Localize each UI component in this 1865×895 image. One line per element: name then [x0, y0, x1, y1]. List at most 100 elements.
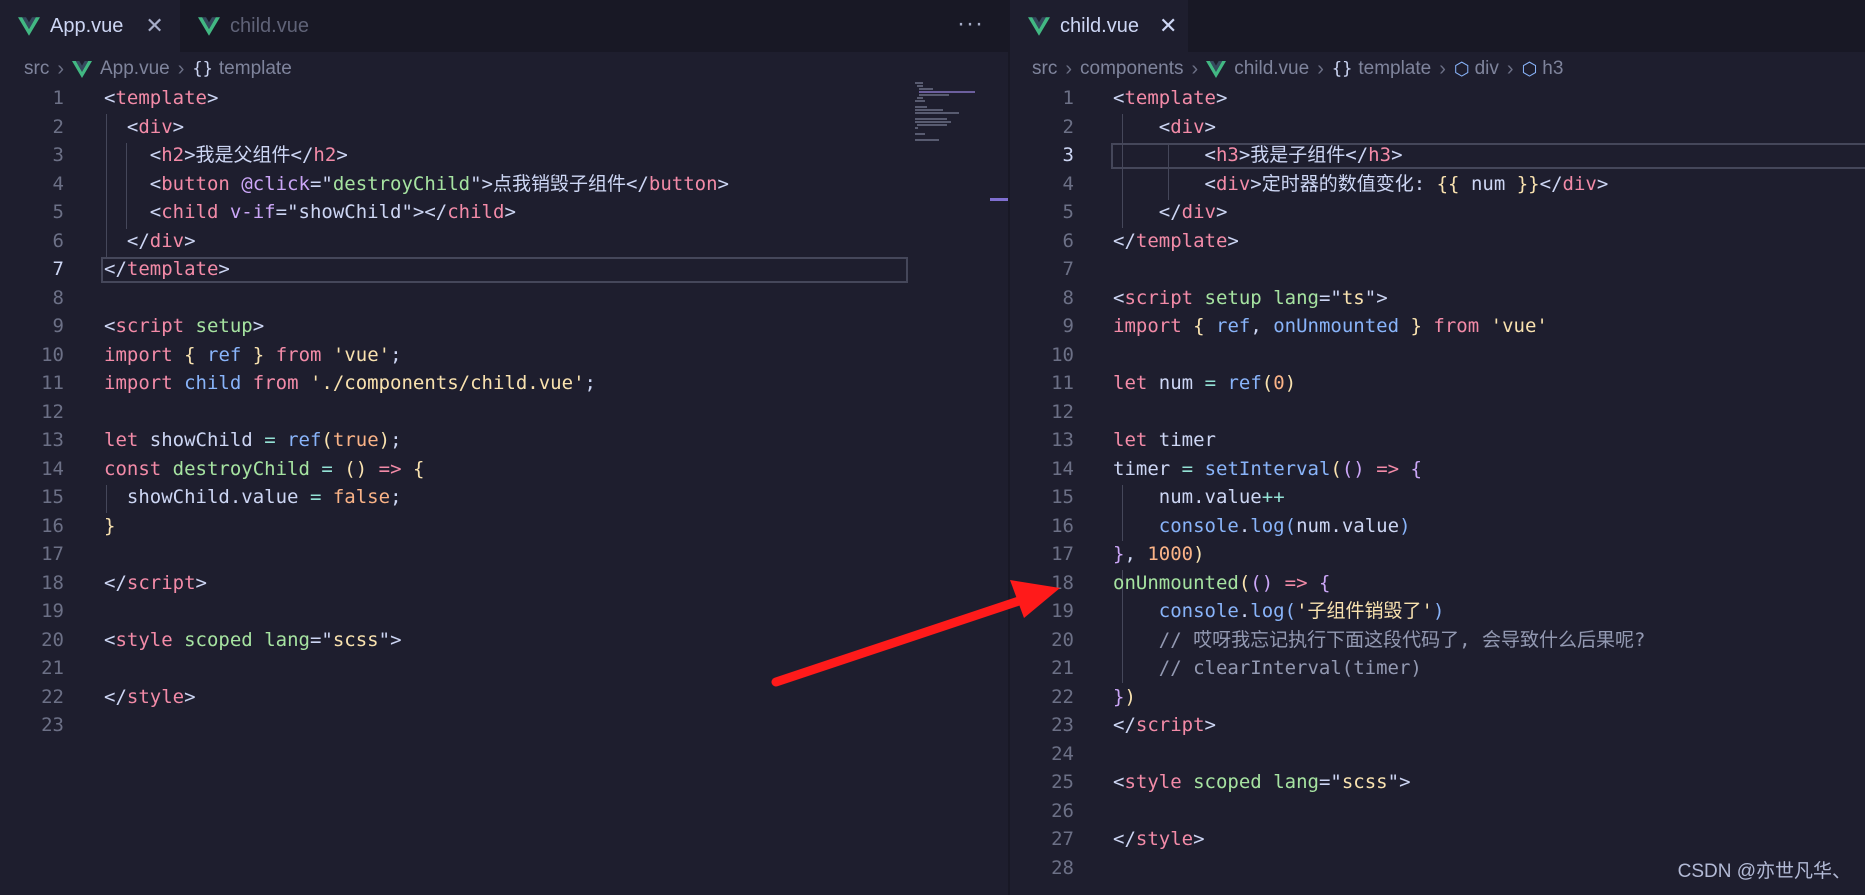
code-line[interactable]: 12: [0, 398, 1008, 427]
code-text: <div>: [104, 113, 184, 142]
code-line[interactable]: 17}, 1000): [1010, 540, 1865, 569]
close-icon[interactable]: ✕: [145, 13, 163, 39]
code-token: showChild: [298, 201, 402, 223]
breadcrumb-file[interactable]: child.vue: [1234, 58, 1309, 80]
code-text: let num = ref(0): [1113, 369, 1296, 398]
code-text: </style>: [104, 683, 196, 712]
code-line[interactable]: 1 <template>: [1010, 84, 1865, 113]
code-text: <style scoped lang="scss">: [1113, 768, 1411, 797]
tab-child-vue[interactable]: child.vue ✕: [1010, 0, 1188, 52]
more-actions-icon[interactable]: ···: [957, 10, 984, 38]
breadcrumb-src[interactable]: src: [24, 58, 49, 80]
code-line[interactable]: 11 import child from './components/child.…: [0, 369, 1008, 398]
code-line[interactable]: 3 <h3>我是子组件</h3>: [1010, 141, 1865, 170]
code-token: >: [717, 172, 729, 195]
code-line[interactable]: 6 </template>: [1010, 227, 1865, 256]
code-line[interactable]: 15 showChild.value = false;: [0, 483, 1008, 512]
code-token: import: [104, 343, 173, 366]
code-text: <script setup>: [104, 312, 264, 341]
minimap[interactable]: [915, 82, 977, 142]
code-line[interactable]: 23: [0, 711, 1008, 740]
close-icon[interactable]: ✕: [1159, 13, 1177, 39]
code-line[interactable]: 9 <script setup>: [0, 312, 1008, 341]
breadcrumb: src › components › child.vue › {} templa…: [1010, 52, 1865, 86]
code-line[interactable]: 18 onUnmounted(() => {: [1010, 569, 1865, 598]
line-number: 21: [41, 657, 64, 679]
scrollbar-marker[interactable]: [990, 198, 1008, 201]
code-line[interactable]: 23 </script>: [1010, 711, 1865, 740]
code-line[interactable]: 9 import { ref, onUnmounted } from 'vue': [1010, 312, 1865, 341]
code-line[interactable]: 16}: [0, 512, 1008, 541]
code-line[interactable]: 25 <style scoped lang="scss">: [1010, 768, 1865, 797]
code-line[interactable]: 27 </style>: [1010, 825, 1865, 854]
code-line[interactable]: 14 timer = setInterval(() => {: [1010, 455, 1865, 484]
code-line[interactable]: 21 // clearInterval(timer): [1010, 654, 1865, 683]
code-line[interactable]: 2 <div>: [1010, 113, 1865, 142]
code-line[interactable]: 13 let timer: [1010, 426, 1865, 455]
breadcrumb-node[interactable]: h3: [1542, 58, 1563, 80]
code-line[interactable]: 24: [1010, 740, 1865, 769]
code-token: style: [1135, 828, 1194, 850]
tab-app-vue[interactable]: App.vue ✕: [0, 0, 180, 52]
code-line[interactable]: 4 <button @click="destroyChild">点我销毁子组件<…: [0, 170, 1008, 199]
code-line[interactable]: 13 let showChild = ref(true);: [0, 426, 1008, 455]
code-line[interactable]: 22}): [1010, 683, 1865, 712]
code-line[interactable]: 7 </template>: [0, 255, 1008, 284]
line-number: 19: [41, 600, 64, 622]
code-token: from: [1433, 315, 1480, 337]
code-line[interactable]: 7: [1010, 255, 1865, 284]
code-line[interactable]: 26: [1010, 797, 1865, 826]
code-token: ref: [287, 429, 322, 451]
code-line[interactable]: 15 num.value++: [1010, 483, 1865, 512]
code-line[interactable]: 11 let num = ref(0): [1010, 369, 1865, 398]
code-text: </script>: [104, 569, 207, 598]
code-line[interactable]: 6 </div>: [0, 227, 1008, 256]
code-line[interactable]: 4 <div>定时器的数值变化: {{ num }}</div>: [1010, 170, 1865, 199]
code-line[interactable]: 16 console.log(num.value): [1010, 512, 1865, 541]
line-number: 22: [41, 685, 64, 708]
code-token: ">: [378, 628, 402, 651]
code-line[interactable]: 1 <template>: [0, 84, 1008, 113]
breadcrumb-node[interactable]: template: [219, 58, 292, 80]
code-line[interactable]: 5 </div>: [1010, 198, 1865, 227]
code-token: log: [1250, 514, 1285, 537]
code-line[interactable]: 3 <h2>我是父组件</h2>: [0, 141, 1008, 170]
code-line[interactable]: 21: [0, 654, 1008, 683]
breadcrumb-node[interactable]: div: [1475, 58, 1499, 80]
code-line[interactable]: 22 </style>: [0, 683, 1008, 712]
code-token: >: [1193, 828, 1205, 850]
code-text: </script>: [1113, 711, 1216, 740]
code-line[interactable]: 10: [1010, 341, 1865, 370]
code-line[interactable]: 20 // 哎呀我忘记执行下面这段代码了, 会导致什么后果呢?: [1010, 626, 1865, 655]
code-line[interactable]: 14 const destroyChild = () => {: [0, 455, 1008, 484]
line-number: 27: [1051, 828, 1074, 850]
breadcrumb-node[interactable]: template: [1358, 58, 1431, 80]
code-line[interactable]: 12: [1010, 398, 1865, 427]
line-number: 20: [1051, 628, 1074, 651]
tab-child-vue[interactable]: child.vue: [180, 0, 330, 52]
breadcrumb-folder[interactable]: components: [1080, 58, 1184, 80]
code-token: value: [1204, 486, 1262, 508]
code-line[interactable]: 17: [0, 540, 1008, 569]
line-number: 11: [41, 372, 64, 394]
chevron-right-icon: ›: [1191, 57, 1199, 80]
code-line[interactable]: 2 <div>: [0, 113, 1008, 142]
code-line[interactable]: 5 <child v-if="showChild"></child>: [0, 198, 1008, 227]
code-line[interactable]: 19 console.log('子组件销毁了'): [1010, 597, 1865, 626]
code-line[interactable]: 20 <style scoped lang="scss">: [0, 626, 1008, 655]
code-line[interactable]: 19: [0, 597, 1008, 626]
code-token: destroyChild: [172, 457, 310, 480]
code-token: {: [1318, 571, 1331, 594]
breadcrumb-file[interactable]: App.vue: [100, 58, 170, 80]
code-token: script: [1135, 714, 1205, 736]
code-token: script: [126, 571, 196, 594]
code-line[interactable]: 10 import { ref } from 'vue';: [0, 341, 1008, 370]
line-number: 23: [1051, 714, 1074, 736]
breadcrumb-src[interactable]: src: [1032, 58, 1057, 80]
code-line[interactable]: 18 </script>: [0, 569, 1008, 598]
code-token: timer: [1158, 429, 1216, 451]
code-line[interactable]: 8: [0, 284, 1008, 313]
code-line[interactable]: 8 <script setup lang="ts">: [1010, 284, 1865, 313]
